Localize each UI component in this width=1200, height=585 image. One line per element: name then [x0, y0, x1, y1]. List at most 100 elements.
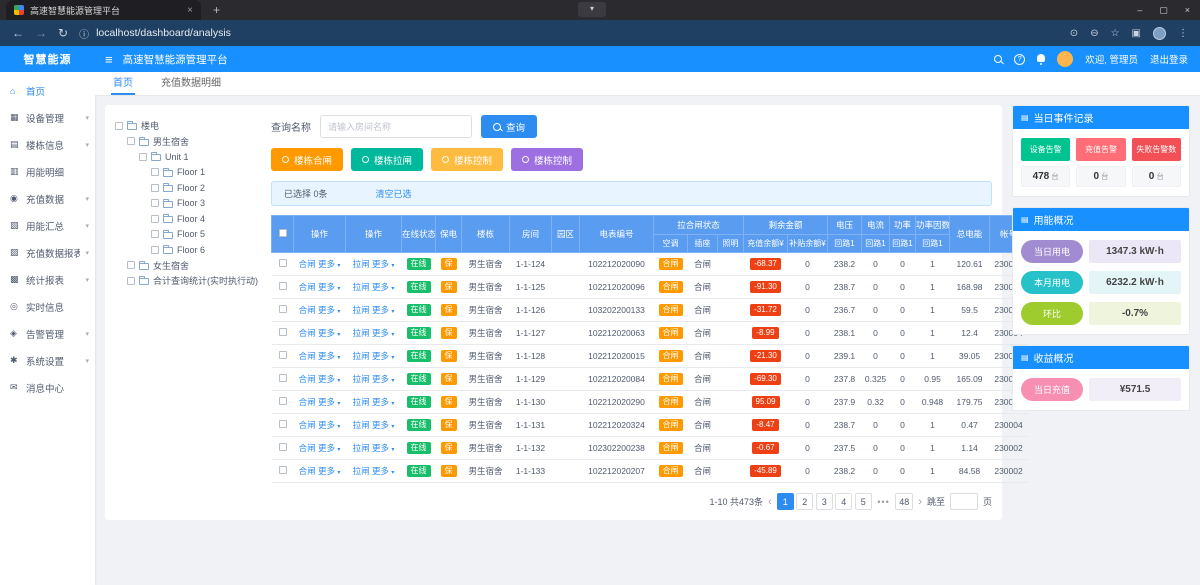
more-dropdown[interactable]: 更多 ▾: [318, 351, 340, 361]
sidebar-item-recharge[interactable]: ◉充值数据▾: [0, 185, 95, 212]
tree-checkbox[interactable]: [151, 199, 159, 207]
sidebar-item-energy[interactable]: ▥用能明细: [0, 158, 95, 185]
page-button[interactable]: 1: [777, 493, 794, 510]
page-tab[interactable]: 首页: [111, 72, 135, 95]
row-checkbox[interactable]: [279, 305, 287, 313]
sidebar-item-summary[interactable]: ▧用能汇总▾: [0, 212, 95, 239]
user-avatar[interactable]: [1057, 51, 1073, 67]
tree-checkbox[interactable]: [127, 277, 135, 285]
select-all-checkbox[interactable]: [279, 229, 287, 237]
tree-node[interactable]: Floor 2: [115, 180, 261, 196]
switch-on-link[interactable]: 合闸: [299, 420, 316, 430]
menu-collapse-icon[interactable]: ≡: [105, 52, 113, 67]
sidebar-item-report[interactable]: ▨充值数据报表▾: [0, 239, 95, 266]
tree-checkbox[interactable]: [115, 122, 123, 130]
action-button-4[interactable]: 楼栋控制: [511, 148, 583, 171]
page-button[interactable]: 4: [835, 493, 852, 510]
back-icon[interactable]: ←: [12, 27, 24, 39]
tree-node[interactable]: 男生宿舍: [115, 134, 261, 150]
sidebar-item-stats[interactable]: ▩统计报表▾: [0, 266, 95, 293]
switch-off-link[interactable]: 拉闸: [353, 466, 370, 476]
tab-search-dropdown[interactable]: ▾: [578, 2, 606, 17]
switch-off-link[interactable]: 拉闸: [353, 259, 370, 269]
sidebar-item-alarm[interactable]: ◈告警管理▾: [0, 320, 95, 347]
sidebar-toggle-icon[interactable]: ▣: [1132, 28, 1141, 39]
page-button[interactable]: 5: [855, 493, 872, 510]
more-dropdown[interactable]: 更多 ▾: [372, 443, 394, 453]
row-checkbox[interactable]: [279, 443, 287, 451]
row-checkbox[interactable]: [279, 328, 287, 336]
prev-page-icon[interactable]: ‹: [768, 496, 772, 508]
refresh-icon[interactable]: ↻: [58, 27, 68, 39]
page-button[interactable]: 3: [816, 493, 833, 510]
forward-icon[interactable]: →: [35, 27, 47, 39]
logout-button[interactable]: 退出登录: [1150, 52, 1188, 66]
search-button[interactable]: 查询: [481, 115, 537, 138]
more-dropdown[interactable]: 更多 ▾: [318, 305, 340, 315]
browser-tab[interactable]: 高速智慧能源管理平台 ×: [6, 0, 201, 20]
sidebar-item-device[interactable]: ▦设备管理▾: [0, 104, 95, 131]
more-dropdown[interactable]: 更多 ▾: [318, 328, 340, 338]
more-dropdown[interactable]: 更多 ▾: [372, 282, 394, 292]
tree-node[interactable]: Floor 4: [115, 211, 261, 227]
switch-off-link[interactable]: 拉闸: [353, 420, 370, 430]
tree-checkbox[interactable]: [127, 137, 135, 145]
sidebar-item-home[interactable]: ⌂首页: [0, 77, 95, 104]
site-info-icon[interactable]: ⓘ: [79, 26, 89, 41]
more-dropdown[interactable]: 更多 ▾: [372, 305, 394, 315]
sidebar-item-building[interactable]: ▤楼栋信息▾: [0, 131, 95, 158]
notification-bell-icon[interactable]: [1037, 54, 1045, 62]
page-button[interactable]: 48: [895, 493, 913, 510]
switch-on-link[interactable]: 合闸: [299, 328, 316, 338]
switch-off-link[interactable]: 拉闸: [353, 328, 370, 338]
more-dropdown[interactable]: 更多 ▾: [318, 397, 340, 407]
switch-on-link[interactable]: 合闸: [299, 374, 316, 384]
sidebar-item-message[interactable]: ✉消息中心: [0, 374, 95, 401]
page-tab[interactable]: 充值数据明细: [159, 72, 223, 95]
url-bar[interactable]: ⓘ localhost/dashboard/analysis: [79, 26, 1059, 41]
more-dropdown[interactable]: 更多 ▾: [372, 328, 394, 338]
tree-node[interactable]: Unit 1: [115, 149, 261, 165]
key-icon[interactable]: ⊙: [1070, 28, 1078, 39]
sidebar-item-settings[interactable]: ✱系统设置▾: [0, 347, 95, 374]
switch-off-link[interactable]: 拉闸: [353, 305, 370, 315]
more-dropdown[interactable]: 更多 ▾: [372, 420, 394, 430]
browser-menu-icon[interactable]: ⋮: [1178, 28, 1188, 39]
more-dropdown[interactable]: 更多 ▾: [318, 443, 340, 453]
tree-node[interactable]: 合计查询统计(实时执行动): [115, 273, 261, 289]
tree-node[interactable]: 楼电: [115, 118, 261, 134]
more-dropdown[interactable]: 更多 ▾: [372, 397, 394, 407]
new-tab-button[interactable]: +: [213, 3, 220, 17]
tree-node[interactable]: Floor 3: [115, 196, 261, 212]
switch-on-link[interactable]: 合闸: [299, 397, 316, 407]
switch-off-link[interactable]: 拉闸: [353, 282, 370, 292]
jump-page-input[interactable]: [950, 493, 978, 510]
action-button-2[interactable]: 楼栋拉闸: [351, 148, 423, 171]
browser-profile-avatar[interactable]: [1153, 27, 1166, 40]
search-input[interactable]: [320, 115, 472, 138]
switch-off-link[interactable]: 拉闸: [353, 443, 370, 453]
more-dropdown[interactable]: 更多 ▾: [318, 259, 340, 269]
more-dropdown[interactable]: 更多 ▾: [318, 374, 340, 384]
row-checkbox[interactable]: [279, 374, 287, 382]
next-page-icon[interactable]: ›: [918, 496, 922, 508]
row-checkbox[interactable]: [279, 259, 287, 267]
zoom-icon[interactable]: ⊖: [1090, 28, 1098, 39]
clear-selection-link[interactable]: 清空已选: [376, 187, 412, 200]
window-close-icon[interactable]: ×: [1185, 5, 1190, 15]
row-checkbox[interactable]: [279, 420, 287, 428]
row-checkbox[interactable]: [279, 397, 287, 405]
switch-on-link[interactable]: 合闸: [299, 466, 316, 476]
tree-node[interactable]: Floor 5: [115, 227, 261, 243]
tree-checkbox[interactable]: [139, 153, 147, 161]
tree-checkbox[interactable]: [151, 246, 159, 254]
tree-node[interactable]: Floor 6: [115, 242, 261, 258]
switch-off-link[interactable]: 拉闸: [353, 397, 370, 407]
tree-checkbox[interactable]: [127, 261, 135, 269]
more-dropdown[interactable]: 更多 ▾: [318, 282, 340, 292]
switch-on-link[interactable]: 合闸: [299, 351, 316, 361]
switch-on-link[interactable]: 合闸: [299, 259, 316, 269]
action-button-3[interactable]: 楼栋控制: [431, 148, 503, 171]
action-button-1[interactable]: 楼栋合闸: [271, 148, 343, 171]
tab-close-icon[interactable]: ×: [187, 5, 193, 16]
